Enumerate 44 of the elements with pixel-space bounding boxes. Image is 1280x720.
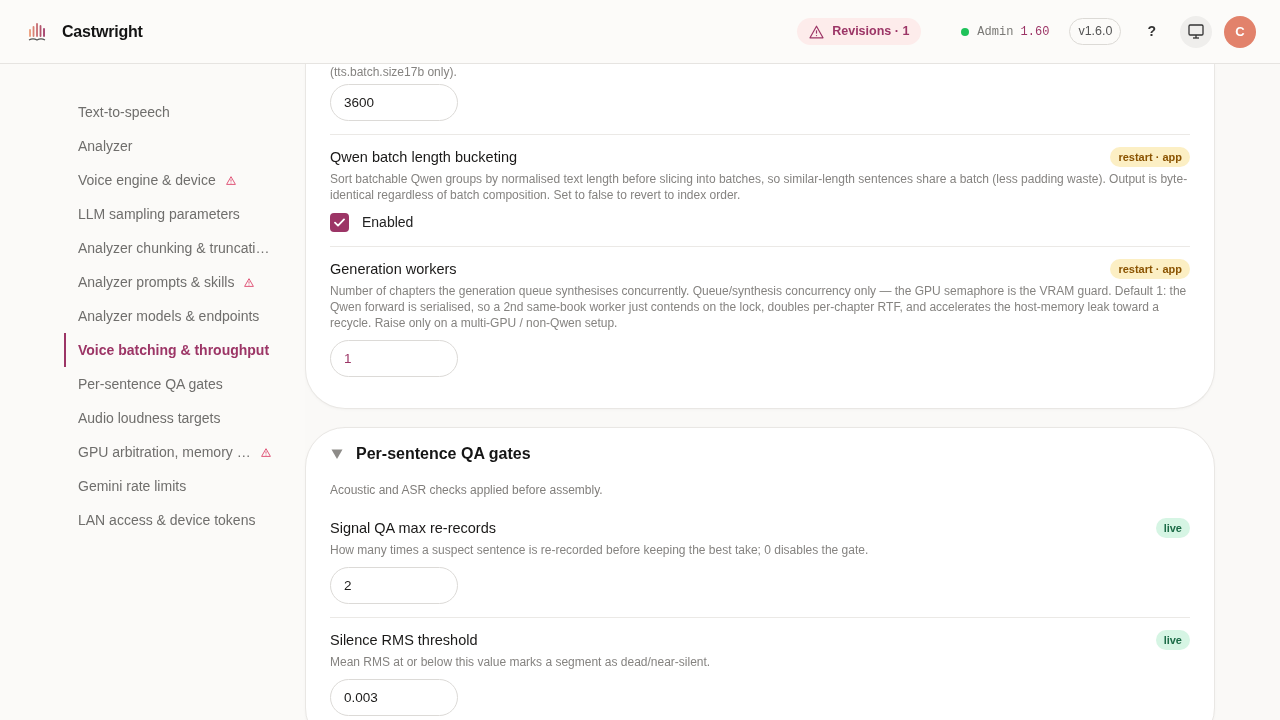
- number-field[interactable]: 2: [330, 567, 458, 604]
- revisions-button[interactable]: Revisions · 1: [797, 18, 922, 45]
- scope-tag: live: [1155, 518, 1190, 538]
- check-icon: [334, 218, 345, 227]
- caret-icon[interactable]: [331, 448, 343, 460]
- checkbox-label: Enabled: [362, 213, 414, 232]
- section-description: Acoustic and ASR checks applied before assembly.: [330, 482, 604, 498]
- setting-description: How many times a suspect sentence is re-recorded before keeping the best take; 0 disables the gate.: [330, 542, 870, 558]
- setting-description: Number of chapters the generation queue synthesises concurrently. Queue/synthesis concurrency only — the GPU semaphore is the VRAM guard. Default 1: the Qwen forward is serialised, so a 2nd same-book worker just contends on the lock, doubles per-chapter RTF, and accelerates the host-memory leak toward a recycle. Raise only on a multi-GPU / non-Qwen setup.: [330, 283, 1188, 331]
- sidebar-item[interactable]: Voice engine & device: [64, 163, 305, 197]
- server-status: Admin 1.60: [977, 23, 1050, 41]
- setting-description: (tts.batch.size17b only).: [330, 64, 458, 80]
- section-title: Per-sentence QA gates: [356, 444, 531, 464]
- monitor-icon: [1188, 24, 1204, 39]
- sidebar-item[interactable]: Analyzer prompts & skills: [64, 265, 305, 299]
- checkbox[interactable]: [330, 213, 349, 232]
- scope-tag: live: [1155, 630, 1190, 650]
- avatar-button[interactable]: C: [1224, 15, 1256, 48]
- sidebar-item[interactable]: Per-sentence QA gates: [64, 367, 305, 401]
- logo-icon: [28, 22, 46, 41]
- scope-tag: restart · app: [1110, 147, 1190, 167]
- setting-description: Sort batchable Qwen groups by normalised text length before slicing into batches, so similar-length sentences share a batch (less padding waste). Output is byte-identical regardless of batch composition. Set to false to revert to index order.: [330, 171, 1189, 203]
- warning-icon: [809, 24, 825, 39]
- sidebar-item[interactable]: LAN access & device tokens: [64, 503, 305, 537]
- sidebar-item[interactable]: Audio loudness targets: [64, 401, 305, 435]
- number-field[interactable]: 0.003: [330, 679, 458, 716]
- display-button[interactable]: [1180, 15, 1212, 48]
- setting-title: Generation workers: [330, 260, 457, 279]
- setting-title: Qwen batch length bucketing: [330, 148, 517, 167]
- setting-title: Signal QA max re-records: [330, 519, 496, 538]
- number-field[interactable]: 3600: [330, 84, 458, 121]
- number-field[interactable]: 1: [330, 340, 458, 377]
- sidebar-item[interactable]: Text-to-speech: [64, 95, 305, 129]
- sidebar-item[interactable]: LLM sampling parameters: [64, 197, 305, 231]
- setting-title: Silence RMS threshold: [330, 631, 478, 650]
- help-button[interactable]: ?: [1141, 21, 1162, 42]
- sidebar-item[interactable]: GPU arbitration, memory …: [64, 435, 305, 469]
- sidebar-item[interactable]: Analyzer: [64, 129, 305, 163]
- brand-name: Castwright: [62, 21, 143, 42]
- setting-description: Mean RMS at or below this value marks a segment as dead/near-silent.: [330, 654, 712, 670]
- sidebar-item[interactable]: Analyzer models & endpoints: [64, 299, 305, 333]
- scope-tag: restart · app: [1110, 259, 1190, 279]
- sidebar-item[interactable]: Analyzer chunking & truncati…: [64, 231, 305, 265]
- sidebar-item[interactable]: Gemini rate limits: [64, 469, 305, 503]
